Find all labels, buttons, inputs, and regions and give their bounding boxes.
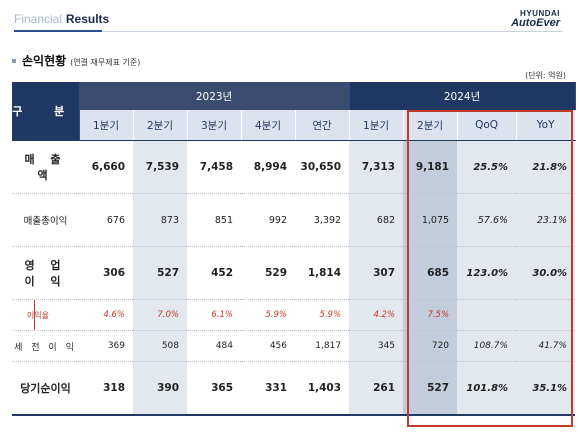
corner-label: 구 분: [12, 82, 80, 141]
cell: 25.5%: [457, 140, 517, 194]
row-label: 당기순이익: [12, 361, 79, 416]
unit-label: (단위: 억원): [525, 71, 566, 80]
cell: 7,539: [133, 140, 187, 194]
cell: 5.9%: [241, 299, 295, 331]
row-gross-profit: 매출총이익 676 873 851 992 3,392 682 1,075 57…: [12, 193, 576, 247]
row-label: 영 업 이 익: [12, 246, 79, 300]
row-label: 이익율: [12, 299, 79, 331]
cell: 720: [403, 330, 458, 362]
cell: 7.0%: [133, 299, 187, 331]
header-rule: [102, 31, 562, 32]
logo-main-text: AutoEver: [511, 17, 560, 29]
cell: 1,817: [295, 330, 350, 362]
cell: 365: [187, 361, 241, 416]
row-revenue: 매 출 액 6,660 7,539 7,458 8,994 30,650 7,3…: [12, 140, 576, 194]
section-subtitle: (연결 재무제표 기준): [70, 58, 141, 67]
cell: 1,075: [403, 193, 458, 247]
cell: 527: [133, 246, 187, 300]
col-2024-q1: 1분기: [349, 110, 404, 141]
cell: 676: [79, 193, 133, 247]
row-operating-margin: 이익율 4.6% 7.0% 6.1% 5.9% 5.9% 4.2% 7.5%: [12, 299, 576, 331]
cell: 529: [241, 246, 295, 300]
income-statement-table: 구 분 2023년 2024년 1분기 2분기 3분기 4분기 연간 1분기 2…: [12, 82, 576, 416]
cell: 1,403: [295, 361, 350, 416]
cell: 1,814: [295, 246, 350, 300]
header-title-bold: Results: [65, 12, 110, 26]
header-accent-rule: [14, 30, 102, 32]
cell: 307: [349, 246, 404, 300]
cell: 992: [241, 193, 295, 247]
row-label: 세 전 이 익: [12, 330, 79, 362]
header-title: Financial Results: [14, 12, 109, 26]
cell: 456: [241, 330, 295, 362]
cell: 9,181: [403, 140, 458, 194]
cell: 30.0%: [516, 246, 576, 300]
bullet-icon: [12, 58, 16, 63]
cell: 101.8%: [457, 361, 517, 416]
cell: 30,650: [295, 140, 350, 194]
year-2023-header: 2023년: [79, 82, 350, 110]
cell: 4.6%: [79, 299, 133, 331]
cell: 57.6%: [457, 193, 517, 247]
cell: 685: [403, 246, 458, 300]
cell: 6.1%: [187, 299, 241, 331]
section-title: 손익현황: [22, 54, 67, 68]
row-label: 매출총이익: [12, 193, 79, 247]
row-pretax-profit: 세 전 이 익 369 508 484 456 1,817 345 720 10…: [12, 330, 576, 362]
cell: 345: [349, 330, 404, 362]
cell: 331: [241, 361, 295, 416]
cell: 5.9%: [295, 299, 350, 331]
cell: [516, 299, 576, 331]
company-logo: HYUNDAI AutoEver: [511, 9, 560, 29]
row-label: 매 출 액: [12, 140, 79, 194]
col-2023-q4: 4분기: [241, 110, 296, 141]
col-2024-q2: 2분기: [403, 110, 458, 141]
col-qoq: QoQ: [457, 110, 517, 141]
row-operating-profit: 영 업 이 익 306 527 452 529 1,814 307 685 12…: [12, 246, 576, 300]
col-2023-q3: 3분기: [187, 110, 242, 141]
cell: 6,660: [79, 140, 133, 194]
cell: 108.7%: [457, 330, 517, 362]
cell: 873: [133, 193, 187, 247]
cell: 527: [403, 361, 458, 416]
row-net-income: 당기순이익 318 390 365 331 1,403 261 527 101.…: [12, 361, 576, 416]
cell: 851: [187, 193, 241, 247]
header-row-years: 구 분 2023년 2024년: [12, 82, 576, 141]
year-2024-header: 2024년: [349, 82, 576, 110]
cell: 35.1%: [516, 361, 576, 416]
cell: 318: [79, 361, 133, 416]
cell: 484: [187, 330, 241, 362]
page-header: Financial Results HYUNDAI AutoEver: [0, 0, 580, 36]
cell: 682: [349, 193, 404, 247]
col-2023-q1: 1분기: [79, 110, 134, 141]
cell: 369: [79, 330, 133, 362]
header-row-periods: 1분기 2분기 3분기 4분기 연간 1분기 2분기 QoQ YoY: [12, 110, 576, 141]
cell: 4.2%: [349, 299, 404, 331]
cell: 21.8%: [516, 140, 576, 194]
cell: 452: [187, 246, 241, 300]
col-2023-annual: 연간: [295, 110, 350, 141]
cell: 508: [133, 330, 187, 362]
cell: 306: [79, 246, 133, 300]
section-heading: 손익현황 (연결 재무제표 기준): [12, 52, 140, 69]
col-yoy: YoY: [516, 110, 576, 141]
cell: 390: [133, 361, 187, 416]
cell: 8,994: [241, 140, 295, 194]
margin-indent-line: [34, 300, 35, 330]
col-2023-q2: 2분기: [133, 110, 188, 141]
cell: 7,458: [187, 140, 241, 194]
header-title-light: Financial: [14, 12, 63, 26]
cell: 7.5%: [403, 299, 458, 331]
cell: 23.1%: [516, 193, 576, 247]
cell: 7,313: [349, 140, 404, 194]
cell: 123.0%: [457, 246, 517, 300]
cell: [457, 299, 517, 331]
cell: 3,392: [295, 193, 350, 247]
cell: 261: [349, 361, 404, 416]
cell: 41.7%: [516, 330, 576, 362]
